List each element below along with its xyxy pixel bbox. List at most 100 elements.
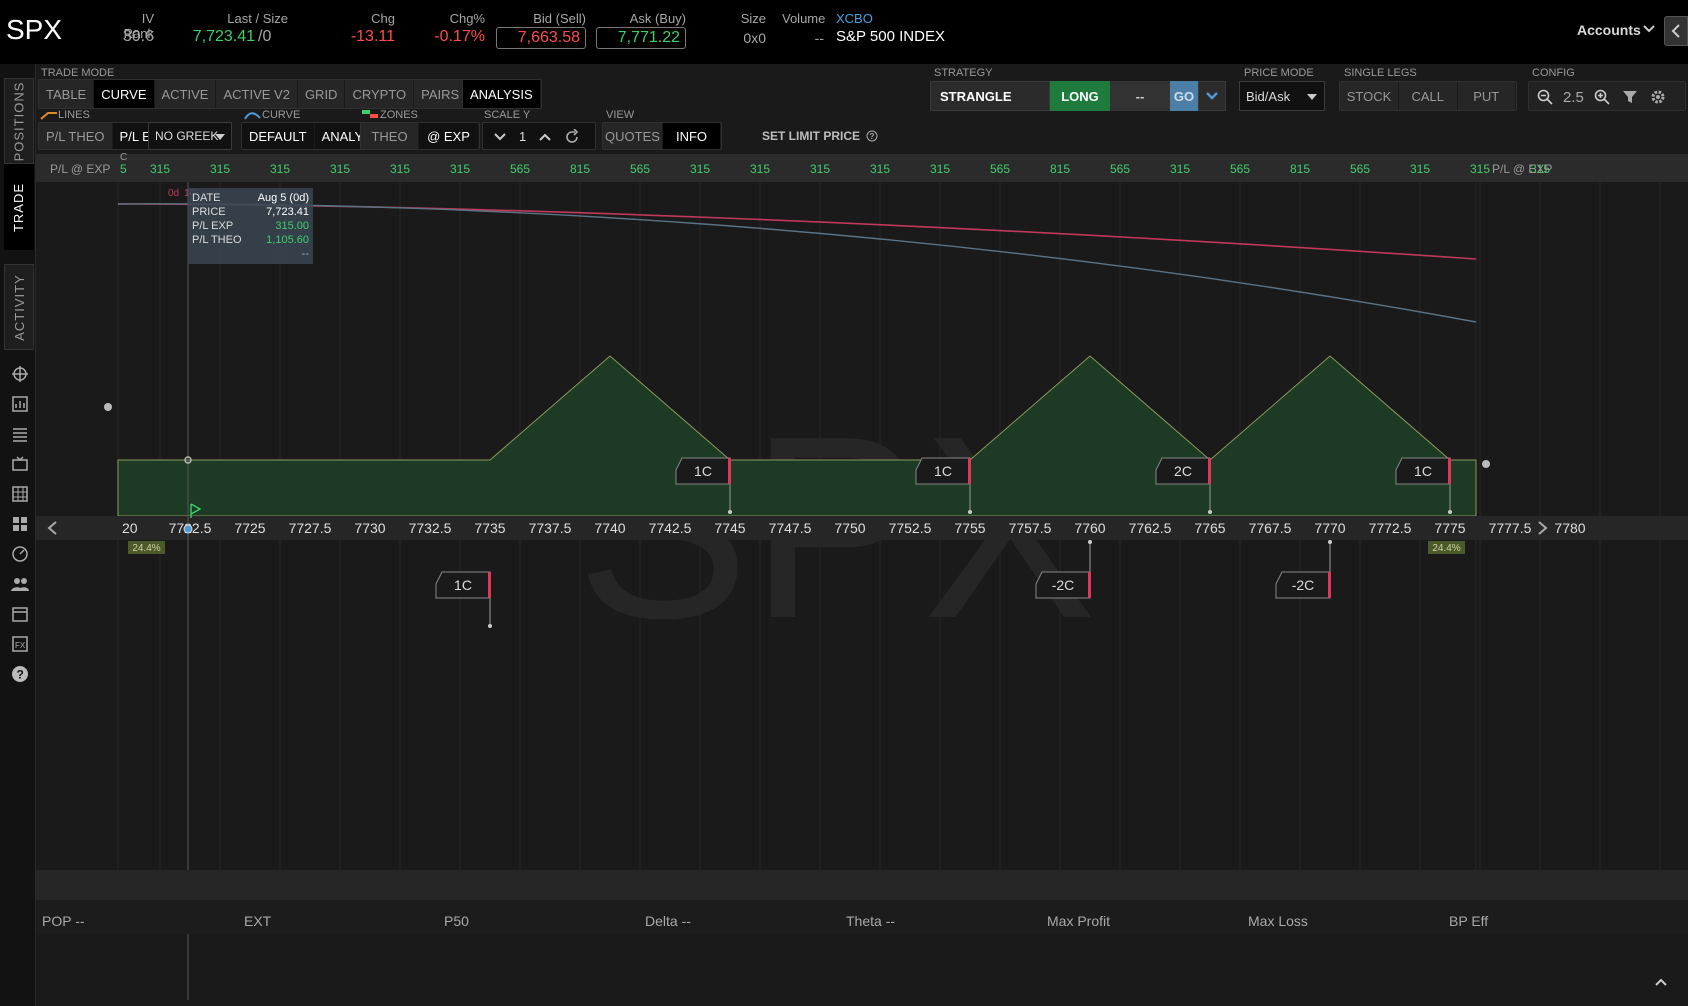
tab-activity[interactable]: ACTIVITY	[4, 264, 34, 350]
curve-default-button[interactable]: DEFAULT	[242, 123, 315, 149]
stock-button[interactable]: STOCK	[1340, 82, 1399, 110]
pl-value: 315	[1169, 162, 1191, 176]
collapse-panel-button[interactable]	[1664, 16, 1688, 46]
tooltip-plexp: 315.00	[275, 220, 309, 232]
reset-icon[interactable]	[564, 129, 580, 145]
zone-exp-button[interactable]: @ EXP	[419, 123, 479, 149]
left-scroll-handle[interactable]	[104, 403, 112, 411]
analysis-toggle: ANALYSIS	[462, 79, 542, 109]
svg-text:FX: FX	[15, 641, 26, 650]
stat-theta: Theta --	[846, 913, 896, 929]
description: S&P 500 INDEX	[836, 28, 945, 45]
iv-right-text: 24.4%	[1432, 543, 1460, 554]
fx-icon[interactable]: FX	[10, 634, 30, 654]
price-mode-select[interactable]: Bid/Ask	[1239, 81, 1325, 111]
tab-active[interactable]: ACTIVE	[155, 80, 217, 108]
symbol[interactable]: SPX	[6, 14, 62, 46]
leg-label: -2C	[1292, 577, 1315, 593]
tab-pairs[interactable]: PAIRS	[414, 80, 468, 108]
zoom-in-icon[interactable]	[1594, 89, 1610, 105]
leg-marker[interactable]: -2C	[1275, 540, 1332, 599]
pl-value: 315	[389, 162, 411, 176]
chevron-down-icon[interactable]	[493, 131, 507, 143]
filter-icon[interactable]	[1622, 89, 1638, 105]
gear-icon[interactable]	[1650, 89, 1666, 105]
curve-icon	[244, 112, 261, 120]
pl-value: 315	[689, 162, 711, 176]
right-scroll-handle[interactable]	[1482, 460, 1490, 468]
greek-select[interactable]: NO GREEK	[148, 122, 232, 150]
people-icon[interactable]	[10, 574, 30, 594]
leg-label: 1C	[1414, 463, 1432, 479]
list-icon[interactable]	[10, 424, 30, 444]
chart-icon[interactable]	[10, 394, 30, 414]
tab-curve[interactable]: CURVE	[94, 80, 155, 108]
curve-label: CURVE	[262, 109, 301, 121]
set-limit-price-label: SET LIMIT PRICE	[762, 129, 861, 143]
tab-analysis[interactable]: ANALYSIS	[463, 80, 541, 108]
price-tick-label: 7757.5	[1009, 520, 1052, 536]
accounts-label[interactable]: Accounts	[1577, 22, 1641, 38]
call-button[interactable]: CALL	[1399, 82, 1458, 110]
leg-label: -2C	[1052, 577, 1075, 593]
price-tick-label: 7752.5	[889, 520, 932, 536]
leg-marker[interactable]: 1C	[435, 571, 492, 628]
bid-label: Bid (Sell)	[533, 11, 586, 26]
tab-trade[interactable]: TRADE	[4, 164, 34, 250]
stat-max-loss: Max Loss	[1248, 913, 1308, 929]
zoom-out-icon[interactable]	[1537, 89, 1553, 105]
help-icon[interactable]: ?	[10, 664, 30, 684]
put-button[interactable]: PUT	[1458, 82, 1516, 110]
go-button[interactable]: GO	[1170, 81, 1198, 111]
tab-active-v2[interactable]: ACTIVE V2	[216, 80, 298, 108]
crosshair-icon[interactable]	[10, 364, 30, 384]
bid-value[interactable]: 7,663.58	[496, 27, 586, 49]
price-tick-label: 20	[122, 520, 138, 536]
price-tick-label: 7765	[1194, 520, 1225, 536]
tooltip-pltheo: 1,105.60	[266, 234, 309, 246]
price-mode-label: PRICE MODE	[1244, 67, 1314, 79]
caret-down-icon	[1307, 94, 1317, 100]
chevron-down-icon[interactable]	[1642, 22, 1656, 36]
lines-label: LINES	[58, 109, 90, 121]
tab-positions[interactable]: POSITIONS	[4, 78, 34, 164]
tiles-icon[interactable]	[10, 514, 30, 534]
pl-label-left: P/L @ EXP	[50, 162, 111, 176]
pl-theo-button[interactable]: P/L THEO	[39, 123, 113, 149]
scale-y-label: SCALE Y	[484, 109, 531, 121]
price-tick-label: 7750	[834, 520, 865, 536]
tv-icon[interactable]	[10, 454, 30, 474]
tab-grid[interactable]: GRID	[298, 80, 346, 108]
pl-value: 565	[1349, 162, 1371, 176]
pl-header-row: P/L @ EXP 5 C 315 315 315 315 315 315 565 815 56…	[36, 152, 1688, 182]
tab-trade-label: TRADE	[11, 182, 27, 232]
last-size-label: Last / Size	[227, 11, 288, 26]
gauge-icon[interactable]	[10, 544, 30, 564]
chgpct-label: Chg%	[449, 11, 485, 26]
pl-value: 565	[509, 162, 531, 176]
iv-left-text: 24.4%	[132, 543, 160, 554]
chevron-up-icon[interactable]	[538, 131, 552, 143]
view-info-button[interactable]: INFO	[663, 123, 721, 149]
zone-theo-button[interactable]: THEO	[361, 123, 419, 149]
zones-toggle: THEO @ EXP	[360, 122, 480, 150]
chevron-left-icon	[1671, 24, 1680, 38]
size-label: Size	[740, 11, 766, 26]
tooltip-date: Aug 5 (0d)	[257, 192, 309, 204]
tab-crypto[interactable]: CRYPTO	[345, 80, 415, 108]
chevron-up-icon[interactable]	[1654, 976, 1668, 988]
tab-table[interactable]: TABLE	[39, 80, 95, 108]
leg-label: 1C	[454, 577, 472, 593]
view-quotes-button[interactable]: QUOTES	[603, 123, 663, 149]
volume-value: --	[814, 30, 824, 46]
stat-delta: Delta --	[645, 913, 691, 929]
trade-panel: TRADE MODE TABLE CURVE ACTIVE ACTIVE V2 …	[36, 64, 1688, 1006]
grid-icon[interactable]	[10, 484, 30, 504]
set-limit-price[interactable]: SET LIMIT PRICE ?	[762, 129, 878, 143]
ask-value[interactable]: 7,771.22	[596, 27, 686, 49]
strategy-dropdown[interactable]	[1198, 81, 1226, 111]
strategy-name[interactable]: STRANGLE	[930, 81, 1050, 111]
calendar-icon[interactable]	[10, 604, 30, 624]
strategy-side[interactable]: LONG	[1050, 81, 1110, 111]
strategy-qty[interactable]: --	[1110, 81, 1170, 111]
